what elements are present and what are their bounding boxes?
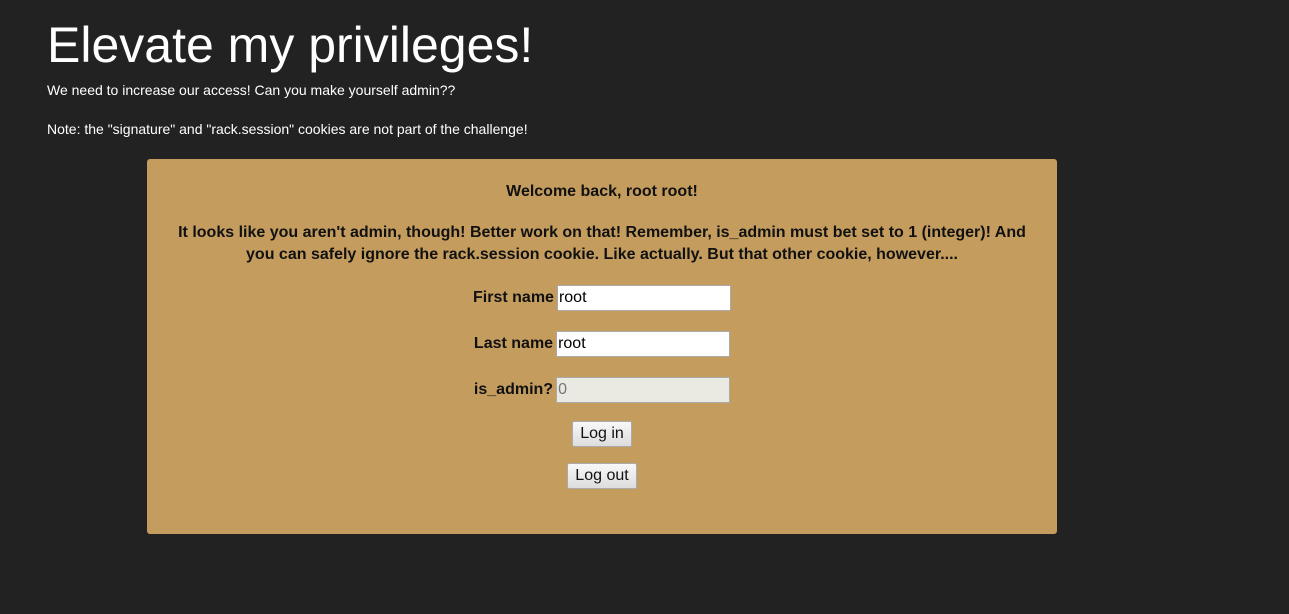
last-name-label: Last name [473, 335, 554, 352]
admin-hint-message: It looks like you aren't admin, though! … [178, 224, 1026, 263]
page-title: Elevate my privileges! [47, 17, 534, 73]
is-admin-input [556, 377, 731, 403]
last-name-input[interactable] [556, 331, 731, 357]
logout-button[interactable]: Log out [567, 463, 637, 489]
intro-text: We need to increase our access! Can you … [47, 82, 456, 98]
login-button[interactable]: Log in [572, 421, 632, 447]
last-name-row: Last name [147, 328, 1057, 360]
first-name-row: First name [147, 282, 1057, 314]
is-admin-row: is_admin? [147, 374, 1057, 406]
logout-row: Log out [147, 463, 1057, 489]
is-admin-label: is_admin? [473, 381, 554, 398]
welcome-message: Welcome back, root root! [506, 183, 698, 200]
login-row: Log in [147, 421, 1057, 447]
note-text: Note: the "signature" and "rack.session"… [47, 121, 528, 137]
first-name-input[interactable] [556, 285, 731, 311]
first-name-label: First name [473, 289, 554, 306]
login-panel: Welcome back, root root! It looks like y… [147, 159, 1057, 534]
